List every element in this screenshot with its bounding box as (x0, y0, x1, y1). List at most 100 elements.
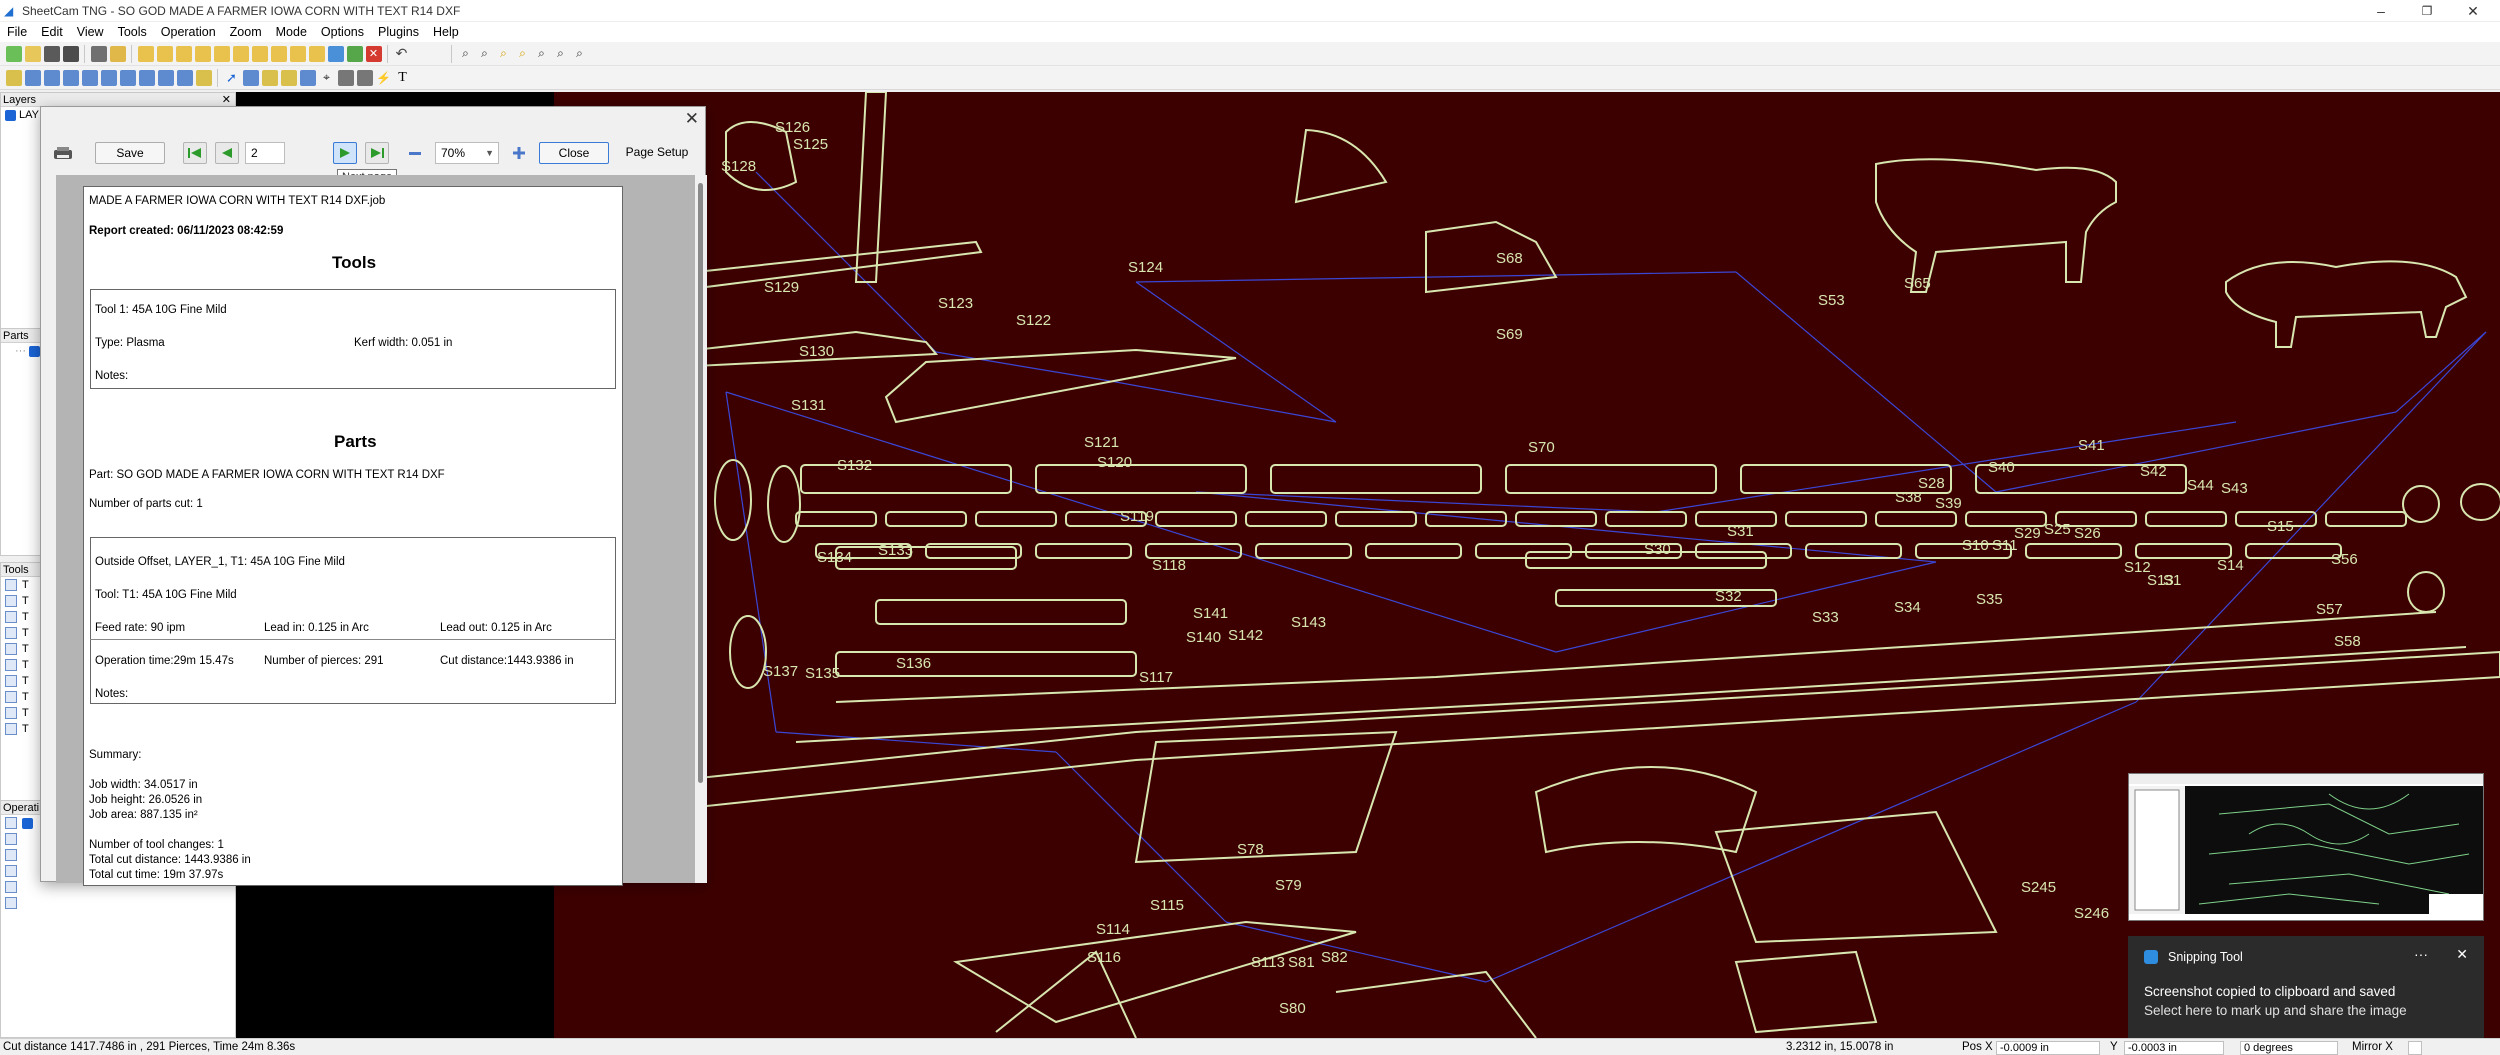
minimize-button[interactable]: – (2358, 0, 2404, 22)
part-label: S142 (1228, 627, 1263, 644)
operation-icon-4[interactable] (194, 45, 211, 62)
zoom-icon-1[interactable]: ⌕ (458, 46, 474, 62)
operation-icon-7[interactable] (251, 45, 268, 62)
operation-row[interactable] (1, 895, 235, 911)
snipping-tool-toast[interactable]: Snipping Tool ··· ✕ Screenshot copied to… (2128, 936, 2484, 1038)
angle-field[interactable]: 0 degrees (2240, 1041, 2338, 1055)
maximize-button[interactable]: ❐ (2404, 0, 2450, 22)
save-icon[interactable] (43, 45, 60, 62)
operation-icon-11[interactable] (327, 45, 344, 62)
select-icon-5[interactable] (299, 69, 316, 86)
part-label: S68 (1496, 250, 1523, 267)
part-checkbox[interactable] (29, 345, 40, 357)
operation-icon-9[interactable] (289, 45, 306, 62)
save-button[interactable]: Save (95, 142, 165, 164)
menu-operation[interactable]: Operation (154, 22, 223, 42)
draw-icon-3[interactable] (100, 69, 117, 86)
operation-icon-10[interactable] (308, 45, 325, 62)
toast-more-icon[interactable]: ··· (2414, 946, 2428, 962)
part-label: S69 (1496, 326, 1523, 343)
calculator-icon[interactable] (90, 45, 107, 62)
select-arrow-icon[interactable]: ➚ (224, 70, 240, 86)
print-icon[interactable] (51, 142, 75, 164)
dialog-close-icon[interactable]: ✕ (685, 109, 699, 129)
draw-icon-4[interactable] (119, 69, 136, 86)
zoom-icon-4[interactable]: ⌕ (515, 46, 531, 62)
lightning-icon[interactable]: ⚡ (376, 70, 392, 86)
menu-edit[interactable]: Edit (34, 22, 70, 42)
zoom-in-icon[interactable] (507, 142, 531, 164)
draw-icon-2[interactable] (81, 69, 98, 86)
menu-view[interactable]: View (70, 22, 111, 42)
operation-icon-3[interactable] (175, 45, 192, 62)
print-icon[interactable] (62, 45, 79, 62)
draw-icon-1[interactable] (62, 69, 79, 86)
draw-icon-7[interactable] (176, 69, 193, 86)
mirror-x-checkbox[interactable] (2408, 1041, 2422, 1055)
zoom-icon-5[interactable]: ⌕ (534, 46, 550, 62)
layers-icon[interactable] (24, 69, 41, 86)
part-label: S128 (721, 158, 756, 175)
last-page-icon[interactable] (365, 142, 389, 164)
menu-options[interactable]: Options (314, 22, 371, 42)
select-icon-3[interactable] (261, 69, 278, 86)
operation-icon-6[interactable] (232, 45, 249, 62)
select-icon-2[interactable] (242, 69, 259, 86)
new-job-icon[interactable] (5, 45, 22, 62)
operation-checkbox[interactable] (22, 817, 33, 829)
layers-close-icon[interactable]: ✕ (222, 93, 231, 107)
window-title: SheetCam TNG - SO GOD MADE A FARMER IOWA… (22, 3, 461, 18)
operation-icon-8[interactable] (270, 45, 287, 62)
grid-icon[interactable] (5, 69, 22, 86)
draw-icon-5[interactable] (138, 69, 155, 86)
select-icon-4[interactable] (280, 69, 297, 86)
part-label: S123 (938, 295, 973, 312)
text-tool-icon[interactable]: T (395, 70, 411, 86)
operation-icon-2[interactable] (156, 45, 173, 62)
toast-close-icon[interactable]: ✕ (2456, 946, 2468, 963)
zoom-icon-3[interactable]: ⌕ (496, 46, 512, 62)
layer-checkbox[interactable] (5, 109, 16, 121)
post-process-icon[interactable] (109, 45, 126, 62)
draw-icon-6[interactable] (157, 69, 174, 86)
snip-thumbnail[interactable] (2128, 773, 2484, 921)
first-page-icon[interactable] (183, 142, 207, 164)
next-page-icon[interactable] (333, 142, 357, 164)
zoom-out-icon[interactable] (403, 142, 427, 164)
table-icon[interactable] (43, 69, 60, 86)
scrollbar-thumb[interactable] (698, 183, 703, 783)
crosshair-icon[interactable]: ⌖ (319, 70, 335, 86)
zoom-icon-7[interactable]: ⌕ (572, 46, 588, 62)
close-window-button[interactable]: ✕ (2450, 0, 2496, 22)
operation-icon-1[interactable] (137, 45, 154, 62)
undo-icon[interactable]: ↶ (394, 45, 410, 62)
menu-help[interactable]: Help (426, 22, 466, 42)
zoom-icon-2[interactable]: ⌕ (477, 46, 493, 62)
preview-scrollbar[interactable] (695, 175, 707, 883)
pos-y-field[interactable]: -0.0003 in (2124, 1041, 2224, 1055)
pos-x-field[interactable]: -0.0009 in (1996, 1041, 2100, 1055)
menu-zoom[interactable]: Zoom (223, 22, 269, 42)
menu-mode[interactable]: Mode (269, 22, 314, 42)
part-label: S136 (896, 655, 931, 672)
operation-icon-5[interactable] (213, 45, 230, 62)
close-button[interactable]: Close (539, 142, 609, 164)
part-label: S120 (1097, 454, 1132, 471)
page-setup-button[interactable]: Page Setup (621, 142, 693, 164)
job-width: Job width: 34.0517 in (89, 779, 198, 791)
parts-cut: Number of parts cut: 1 (89, 498, 203, 510)
menu-tools[interactable]: Tools (111, 22, 154, 42)
stop-icon[interactable]: ✕ (365, 45, 382, 62)
zoom-icon-6[interactable]: ⌕ (553, 46, 569, 62)
page-number-field[interactable]: 2 (245, 142, 285, 164)
zoom-select[interactable]: 70% ▼ (435, 142, 499, 164)
menu-file[interactable]: File (0, 22, 34, 42)
select-icon-8[interactable] (356, 69, 373, 86)
previous-page-icon[interactable] (215, 142, 239, 164)
part-label: S33 (1812, 609, 1839, 626)
select-icon-7[interactable] (337, 69, 354, 86)
open-icon[interactable] (24, 45, 41, 62)
operation-icon-12[interactable] (346, 45, 363, 62)
menu-plugins[interactable]: Plugins (371, 22, 426, 42)
draw-icon-8[interactable] (195, 69, 212, 86)
